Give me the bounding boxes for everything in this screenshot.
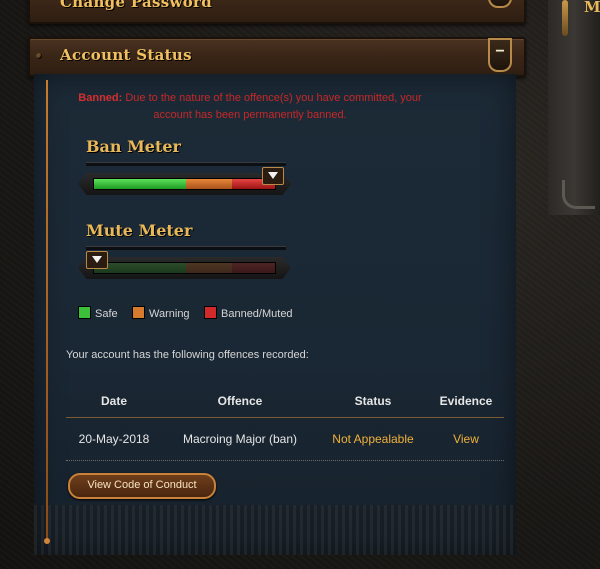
table-row: 20-May-2018 Macroing Major (ban) Not App… (66, 418, 504, 461)
mute-meter-warning-segment (186, 263, 232, 273)
notice-line-2: account has been permanently banned. (153, 109, 347, 121)
frame-pin-icon (562, 0, 568, 36)
ban-meter (78, 167, 291, 195)
ban-meter-pointer-icon (262, 167, 284, 185)
safe-swatch-icon (78, 306, 91, 319)
notice-prefix: Banned: (78, 92, 123, 104)
legend-safe-label: Safe (95, 308, 118, 320)
table-header: Date Offence Status Evidence (66, 385, 504, 418)
offence-date: 20-May-2018 (78, 432, 150, 446)
ban-meter-safe-segment (94, 179, 187, 189)
mute-meter (78, 251, 291, 279)
warning-swatch-icon (132, 306, 145, 319)
legend-banned-label: Banned/Muted (221, 308, 293, 320)
offences-table: Date Offence Status Evidence 20-May-2018… (66, 385, 504, 461)
offence-status: Not Appealable (332, 432, 414, 446)
mute-meter-title: Mute Meter (86, 221, 193, 240)
banned-swatch-icon (204, 306, 217, 319)
legend-safe: Safe (78, 306, 118, 320)
column-date: Date (100, 394, 127, 408)
change-password-header[interactable]: Change Password (28, 0, 526, 24)
evidence-view-link[interactable]: View (428, 432, 504, 446)
side-panel-letter: M (584, 0, 600, 16)
panel-accent-line (46, 80, 48, 542)
offence-name: Macroing Major (ban) (182, 432, 298, 446)
legend-warning: Warning (132, 306, 190, 320)
ban-meter-rule (86, 162, 286, 166)
column-offence: Offence (217, 394, 263, 408)
ban-meter-title: Ban Meter (86, 137, 181, 156)
account-status-header[interactable]: Account Status − (28, 37, 526, 77)
mute-meter-pointer-icon (86, 251, 108, 269)
column-status: Status (354, 394, 392, 408)
ban-meter-warning-segment (186, 179, 232, 189)
frame-corner-icon (562, 180, 595, 209)
ban-notice: Banned: Due to the nature of the offence… (60, 90, 440, 124)
view-code-of-conduct-button[interactable]: View Code of Conduct (68, 473, 216, 499)
legend-warning-label: Warning (149, 308, 190, 320)
change-password-title: Change Password (60, 0, 213, 11)
column-evidence: Evidence (439, 394, 493, 408)
mute-meter-muted-segment (231, 263, 275, 273)
notice-line-1: Due to the nature of the offence(s) you … (122, 92, 422, 104)
legend-banned: Banned/Muted (204, 306, 293, 320)
panel-accent-tip (44, 538, 50, 544)
side-panel-frame: M (548, 0, 600, 215)
account-status-title: Account Status (60, 46, 192, 64)
offences-intro: Your account has the following offences … (66, 349, 309, 361)
mute-meter-rule (86, 246, 286, 250)
rivet-icon (36, 53, 42, 59)
collapse-toggle-icon[interactable]: − (488, 38, 512, 72)
expand-toggle-icon[interactable] (488, 0, 512, 8)
